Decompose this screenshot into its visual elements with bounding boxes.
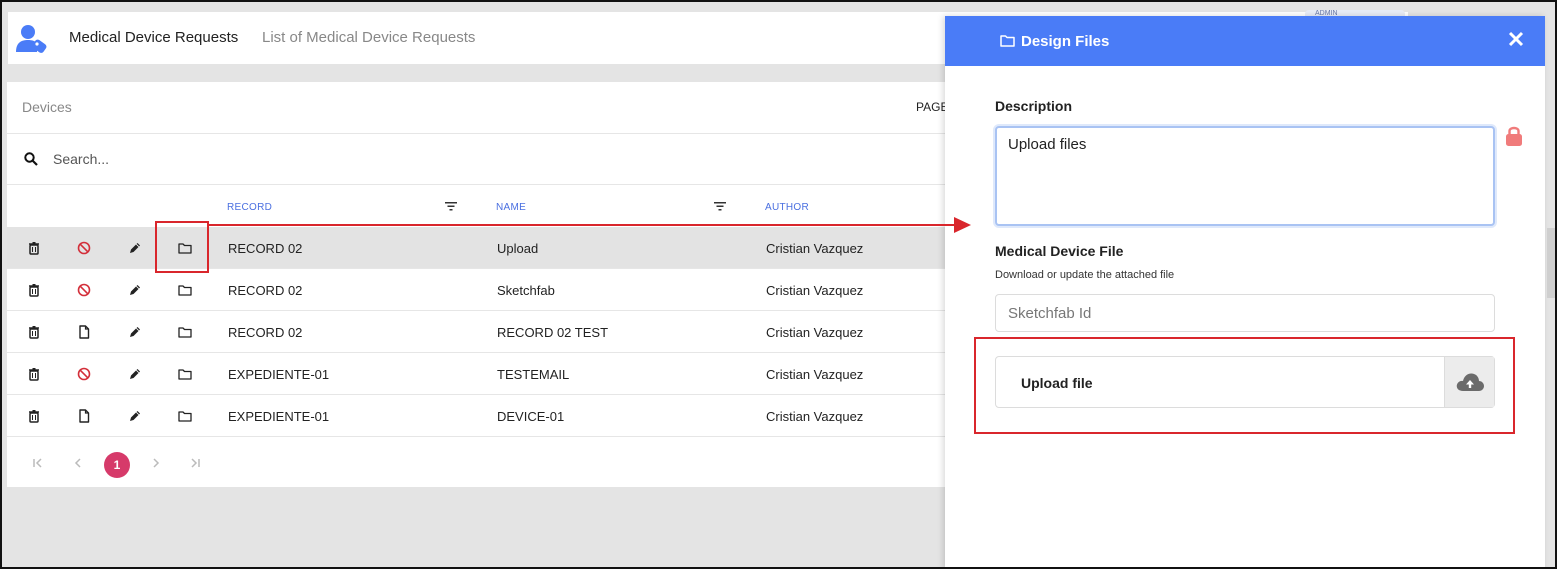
annotation-arrow: [209, 217, 971, 233]
